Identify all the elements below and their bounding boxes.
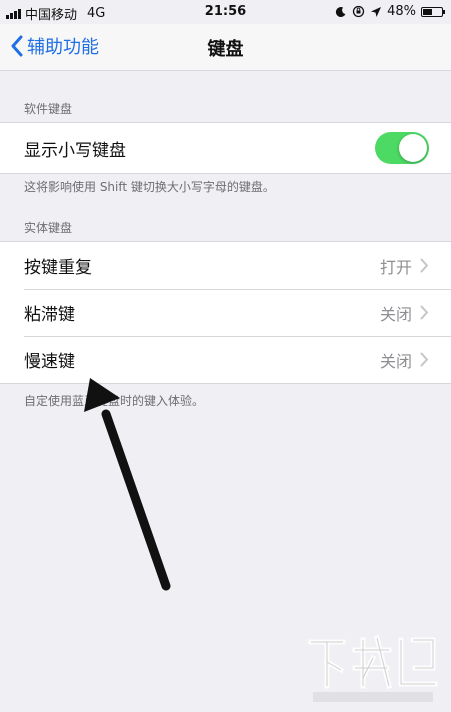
slow-keys-row[interactable]: 慢速键 关闭 <box>0 336 451 383</box>
key-repeat-label: 按键重复 <box>24 258 92 278</box>
slow-keys-value: 关闭 <box>379 351 412 371</box>
status-bar: 中国移动 4G 21:56 48% <box>0 0 451 24</box>
software-keyboard-header: 软件键盘 <box>24 102 73 116</box>
key-repeat-row[interactable]: 按键重复 打开 <box>0 242 451 289</box>
chevron-right-icon <box>420 258 428 273</box>
sticky-keys-value: 关闭 <box>379 304 412 324</box>
sticky-keys-label: 粘滞键 <box>24 305 75 325</box>
chevron-right-icon <box>420 352 428 367</box>
keyboard-settings-screen: 中国移动 4G 21:56 48% 辅助功能 键盘 软件键盘 显示小写键盘 这将… <box>0 0 451 712</box>
hardware-keyboard-header: 实体键盘 <box>24 221 73 235</box>
lowercase-keyboard-toggle[interactable] <box>375 132 429 164</box>
chevron-right-icon <box>420 305 428 320</box>
status-right: 48% <box>335 4 445 19</box>
location-icon <box>371 6 382 17</box>
navigation-bar: 辅助功能 键盘 <box>0 24 451 71</box>
battery-level-fill <box>423 8 432 15</box>
sticky-keys-row[interactable]: 粘滞键 关闭 <box>0 289 451 336</box>
lowercase-keyboard-label: 显示小写键盘 <box>24 140 126 161</box>
lowercase-keyboard-row: 显示小写键盘 <box>0 123 451 173</box>
software-keyboard-footer: 这将影响使用 Shift 键切换大小写字母的键盘。 <box>24 180 275 194</box>
arrow-annotation-icon <box>84 378 171 591</box>
hardware-keyboard-group: 按键重复 打开 粘滞键 关闭 慢速键 关闭 <box>0 241 451 384</box>
battery-icon <box>421 6 445 17</box>
slow-keys-label: 慢速键 <box>24 352 75 372</box>
software-keyboard-group: 显示小写键盘 <box>0 122 451 174</box>
toggle-knob <box>399 134 427 162</box>
orientation-lock-icon <box>352 5 365 18</box>
battery-percent: 48% <box>387 4 416 19</box>
watermark-logo-icon <box>308 634 438 702</box>
moon-icon <box>335 6 346 17</box>
page-title: 键盘 <box>207 39 244 60</box>
key-repeat-value: 打开 <box>379 257 412 277</box>
